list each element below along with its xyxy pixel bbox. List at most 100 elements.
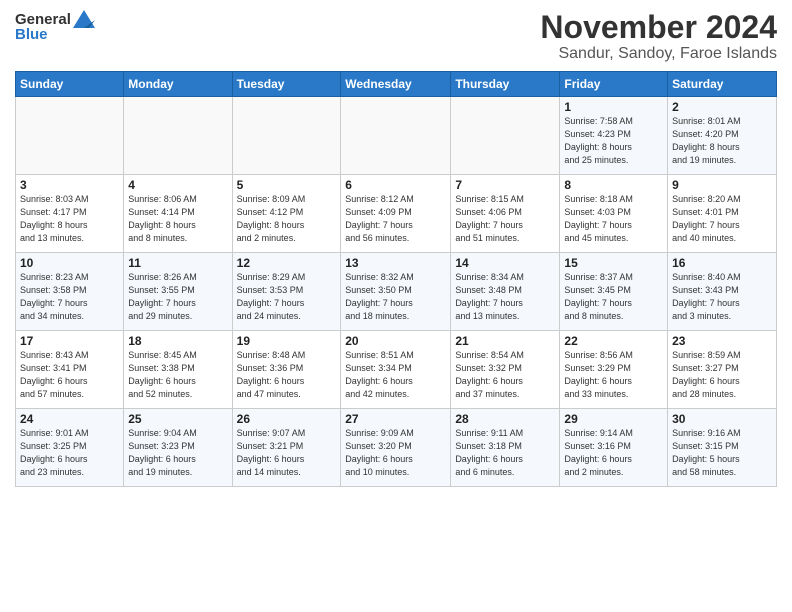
calendar-cell: 22Sunrise: 8:56 AM Sunset: 3:29 PM Dayli… — [560, 331, 668, 409]
day-number: 1 — [564, 100, 663, 114]
day-info: Sunrise: 8:54 AM Sunset: 3:32 PM Dayligh… — [455, 349, 555, 401]
day-number: 20 — [345, 334, 446, 348]
day-of-week-header: Monday — [124, 72, 232, 97]
day-info: Sunrise: 8:34 AM Sunset: 3:48 PM Dayligh… — [455, 271, 555, 323]
header: General Blue November 2024 Sandur, Sando… — [15, 10, 777, 63]
day-info: Sunrise: 8:43 AM Sunset: 3:41 PM Dayligh… — [20, 349, 119, 401]
calendar-cell: 16Sunrise: 8:40 AM Sunset: 3:43 PM Dayli… — [668, 253, 777, 331]
calendar-table: SundayMondayTuesdayWednesdayThursdayFrid… — [15, 71, 777, 487]
logo-icon — [73, 10, 95, 28]
day-of-week-header: Friday — [560, 72, 668, 97]
day-info: Sunrise: 8:32 AM Sunset: 3:50 PM Dayligh… — [345, 271, 446, 323]
day-number: 8 — [564, 178, 663, 192]
day-of-week-header: Tuesday — [232, 72, 341, 97]
day-info: Sunrise: 8:48 AM Sunset: 3:36 PM Dayligh… — [237, 349, 337, 401]
day-number: 11 — [128, 256, 227, 270]
calendar-cell: 18Sunrise: 8:45 AM Sunset: 3:38 PM Dayli… — [124, 331, 232, 409]
day-number: 23 — [672, 334, 772, 348]
title-block: November 2024 Sandur, Sandoy, Faroe Isla… — [540, 10, 777, 63]
calendar-cell: 25Sunrise: 9:04 AM Sunset: 3:23 PM Dayli… — [124, 409, 232, 487]
calendar-cell: 20Sunrise: 8:51 AM Sunset: 3:34 PM Dayli… — [341, 331, 451, 409]
day-number: 18 — [128, 334, 227, 348]
day-info: Sunrise: 8:01 AM Sunset: 4:20 PM Dayligh… — [672, 115, 772, 167]
calendar-cell: 27Sunrise: 9:09 AM Sunset: 3:20 PM Dayli… — [341, 409, 451, 487]
day-info: Sunrise: 9:14 AM Sunset: 3:16 PM Dayligh… — [564, 427, 663, 479]
calendar-week-row: 1Sunrise: 7:58 AM Sunset: 4:23 PM Daylig… — [16, 97, 777, 175]
day-info: Sunrise: 8:23 AM Sunset: 3:58 PM Dayligh… — [20, 271, 119, 323]
day-info: Sunrise: 8:40 AM Sunset: 3:43 PM Dayligh… — [672, 271, 772, 323]
day-number: 6 — [345, 178, 446, 192]
page: General Blue November 2024 Sandur, Sando… — [0, 0, 792, 612]
day-info: Sunrise: 9:04 AM Sunset: 3:23 PM Dayligh… — [128, 427, 227, 479]
day-number: 15 — [564, 256, 663, 270]
day-number: 24 — [20, 412, 119, 426]
calendar-cell: 2Sunrise: 8:01 AM Sunset: 4:20 PM Daylig… — [668, 97, 777, 175]
day-number: 14 — [455, 256, 555, 270]
day-number: 5 — [237, 178, 337, 192]
day-info: Sunrise: 9:11 AM Sunset: 3:18 PM Dayligh… — [455, 427, 555, 479]
calendar-cell: 23Sunrise: 8:59 AM Sunset: 3:27 PM Dayli… — [668, 331, 777, 409]
calendar-week-row: 24Sunrise: 9:01 AM Sunset: 3:25 PM Dayli… — [16, 409, 777, 487]
day-number: 17 — [20, 334, 119, 348]
calendar-cell: 12Sunrise: 8:29 AM Sunset: 3:53 PM Dayli… — [232, 253, 341, 331]
day-number: 22 — [564, 334, 663, 348]
calendar-cell: 3Sunrise: 8:03 AM Sunset: 4:17 PM Daylig… — [16, 175, 124, 253]
day-info: Sunrise: 8:37 AM Sunset: 3:45 PM Dayligh… — [564, 271, 663, 323]
calendar-week-row: 17Sunrise: 8:43 AM Sunset: 3:41 PM Dayli… — [16, 331, 777, 409]
logo-general-text: General — [15, 11, 71, 28]
calendar-cell: 17Sunrise: 8:43 AM Sunset: 3:41 PM Dayli… — [16, 331, 124, 409]
day-info: Sunrise: 9:16 AM Sunset: 3:15 PM Dayligh… — [672, 427, 772, 479]
day-info: Sunrise: 8:12 AM Sunset: 4:09 PM Dayligh… — [345, 193, 446, 245]
day-info: Sunrise: 8:06 AM Sunset: 4:14 PM Dayligh… — [128, 193, 227, 245]
location-title: Sandur, Sandoy, Faroe Islands — [540, 45, 777, 63]
day-number: 29 — [564, 412, 663, 426]
calendar-cell: 13Sunrise: 8:32 AM Sunset: 3:50 PM Dayli… — [341, 253, 451, 331]
day-number: 28 — [455, 412, 555, 426]
day-number: 12 — [237, 256, 337, 270]
day-info: Sunrise: 9:01 AM Sunset: 3:25 PM Dayligh… — [20, 427, 119, 479]
calendar-week-row: 3Sunrise: 8:03 AM Sunset: 4:17 PM Daylig… — [16, 175, 777, 253]
day-of-week-header: Saturday — [668, 72, 777, 97]
logo: General Blue — [15, 10, 95, 43]
calendar-cell: 9Sunrise: 8:20 AM Sunset: 4:01 PM Daylig… — [668, 175, 777, 253]
calendar-header-row: SundayMondayTuesdayWednesdayThursdayFrid… — [16, 72, 777, 97]
day-info: Sunrise: 8:26 AM Sunset: 3:55 PM Dayligh… — [128, 271, 227, 323]
day-of-week-header: Thursday — [451, 72, 560, 97]
day-info: Sunrise: 8:29 AM Sunset: 3:53 PM Dayligh… — [237, 271, 337, 323]
day-number: 7 — [455, 178, 555, 192]
day-info: Sunrise: 8:09 AM Sunset: 4:12 PM Dayligh… — [237, 193, 337, 245]
day-number: 16 — [672, 256, 772, 270]
day-info: Sunrise: 9:09 AM Sunset: 3:20 PM Dayligh… — [345, 427, 446, 479]
day-number: 3 — [20, 178, 119, 192]
calendar-cell: 7Sunrise: 8:15 AM Sunset: 4:06 PM Daylig… — [451, 175, 560, 253]
calendar-cell — [232, 97, 341, 175]
day-info: Sunrise: 8:18 AM Sunset: 4:03 PM Dayligh… — [564, 193, 663, 245]
day-number: 21 — [455, 334, 555, 348]
day-info: Sunrise: 8:15 AM Sunset: 4:06 PM Dayligh… — [455, 193, 555, 245]
calendar-cell: 4Sunrise: 8:06 AM Sunset: 4:14 PM Daylig… — [124, 175, 232, 253]
calendar-cell: 8Sunrise: 8:18 AM Sunset: 4:03 PM Daylig… — [560, 175, 668, 253]
calendar-cell: 1Sunrise: 7:58 AM Sunset: 4:23 PM Daylig… — [560, 97, 668, 175]
day-info: Sunrise: 9:07 AM Sunset: 3:21 PM Dayligh… — [237, 427, 337, 479]
day-number: 26 — [237, 412, 337, 426]
calendar-cell: 28Sunrise: 9:11 AM Sunset: 3:18 PM Dayli… — [451, 409, 560, 487]
day-info: Sunrise: 8:45 AM Sunset: 3:38 PM Dayligh… — [128, 349, 227, 401]
day-info: Sunrise: 8:56 AM Sunset: 3:29 PM Dayligh… — [564, 349, 663, 401]
calendar-cell — [451, 97, 560, 175]
month-title: November 2024 — [540, 10, 777, 45]
calendar-cell: 19Sunrise: 8:48 AM Sunset: 3:36 PM Dayli… — [232, 331, 341, 409]
day-info: Sunrise: 8:20 AM Sunset: 4:01 PM Dayligh… — [672, 193, 772, 245]
day-number: 30 — [672, 412, 772, 426]
calendar-week-row: 10Sunrise: 8:23 AM Sunset: 3:58 PM Dayli… — [16, 253, 777, 331]
calendar-cell: 6Sunrise: 8:12 AM Sunset: 4:09 PM Daylig… — [341, 175, 451, 253]
calendar-cell — [124, 97, 232, 175]
day-of-week-header: Wednesday — [341, 72, 451, 97]
calendar-cell: 11Sunrise: 8:26 AM Sunset: 3:55 PM Dayli… — [124, 253, 232, 331]
day-number: 4 — [128, 178, 227, 192]
calendar-cell: 26Sunrise: 9:07 AM Sunset: 3:21 PM Dayli… — [232, 409, 341, 487]
day-number: 27 — [345, 412, 446, 426]
day-number: 25 — [128, 412, 227, 426]
logo-blue-text: Blue — [15, 26, 48, 43]
day-info: Sunrise: 8:59 AM Sunset: 3:27 PM Dayligh… — [672, 349, 772, 401]
calendar-cell: 10Sunrise: 8:23 AM Sunset: 3:58 PM Dayli… — [16, 253, 124, 331]
